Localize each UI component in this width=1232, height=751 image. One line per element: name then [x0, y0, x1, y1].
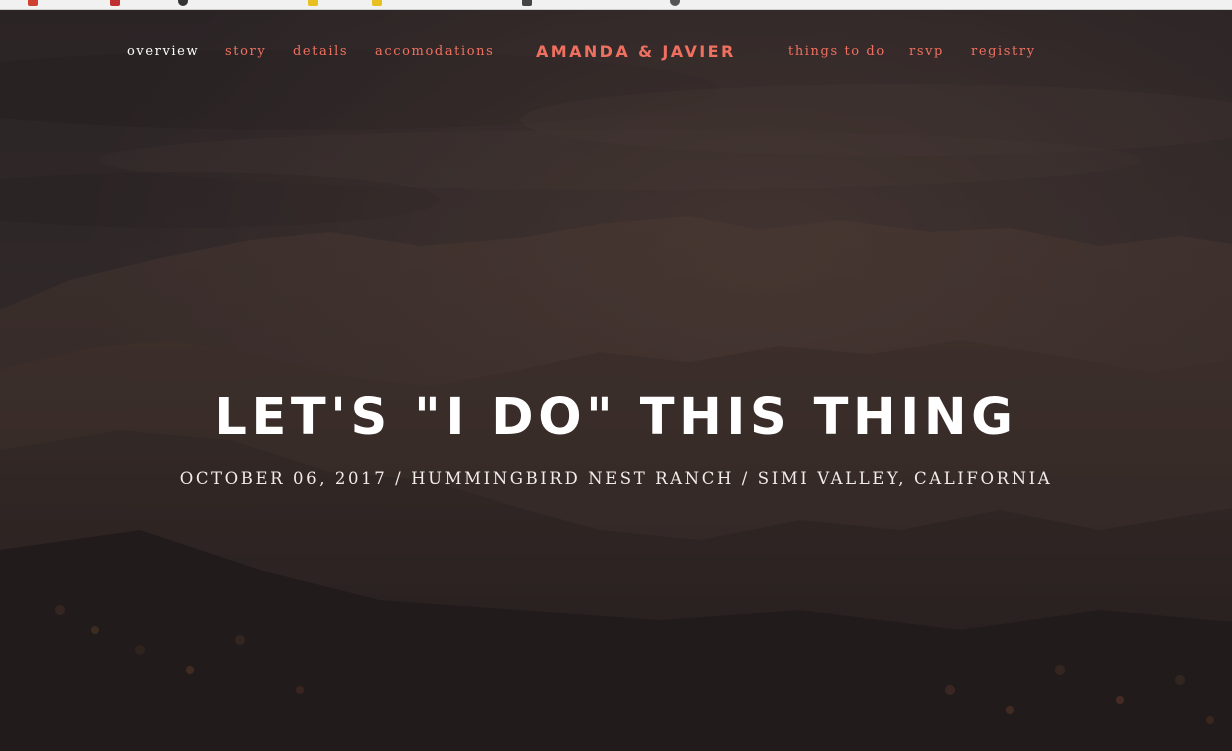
nav-item-overview[interactable]: overview — [127, 44, 199, 59]
bookmark-icon[interactable] — [372, 0, 382, 6]
hero-headline: LET'S "I DO" THIS THING — [214, 388, 1018, 447]
site-brand-title[interactable]: AMANDA & JAVIER — [536, 42, 736, 61]
nav-item-details[interactable]: details — [293, 44, 348, 59]
hero-event-details: OCTOBER 06, 2017 / HUMMINGBIRD NEST RANC… — [179, 469, 1053, 488]
nav-item-things-to-do[interactable]: things to do — [788, 44, 886, 59]
hero-dark-overlay — [0, 10, 1232, 751]
bookmark-icon[interactable] — [28, 0, 38, 6]
bookmark-icon[interactable] — [110, 0, 120, 6]
bookmark-icon[interactable] — [522, 0, 532, 6]
bookmark-icon[interactable] — [670, 0, 680, 6]
nav-item-story[interactable]: story — [225, 44, 266, 59]
browser-bookmarks-bar — [0, 0, 1232, 10]
bookmark-icon[interactable] — [178, 0, 188, 6]
top-navigation: overview story details accomodations AMA… — [0, 40, 1232, 66]
nav-item-accomodations[interactable]: accomodations — [375, 44, 494, 59]
nav-item-rsvp[interactable]: rsvp — [909, 44, 944, 59]
nav-item-registry[interactable]: registry — [971, 44, 1036, 59]
bookmark-icon[interactable] — [308, 0, 318, 6]
hero-section: overview story details accomodations AMA… — [0, 10, 1232, 751]
